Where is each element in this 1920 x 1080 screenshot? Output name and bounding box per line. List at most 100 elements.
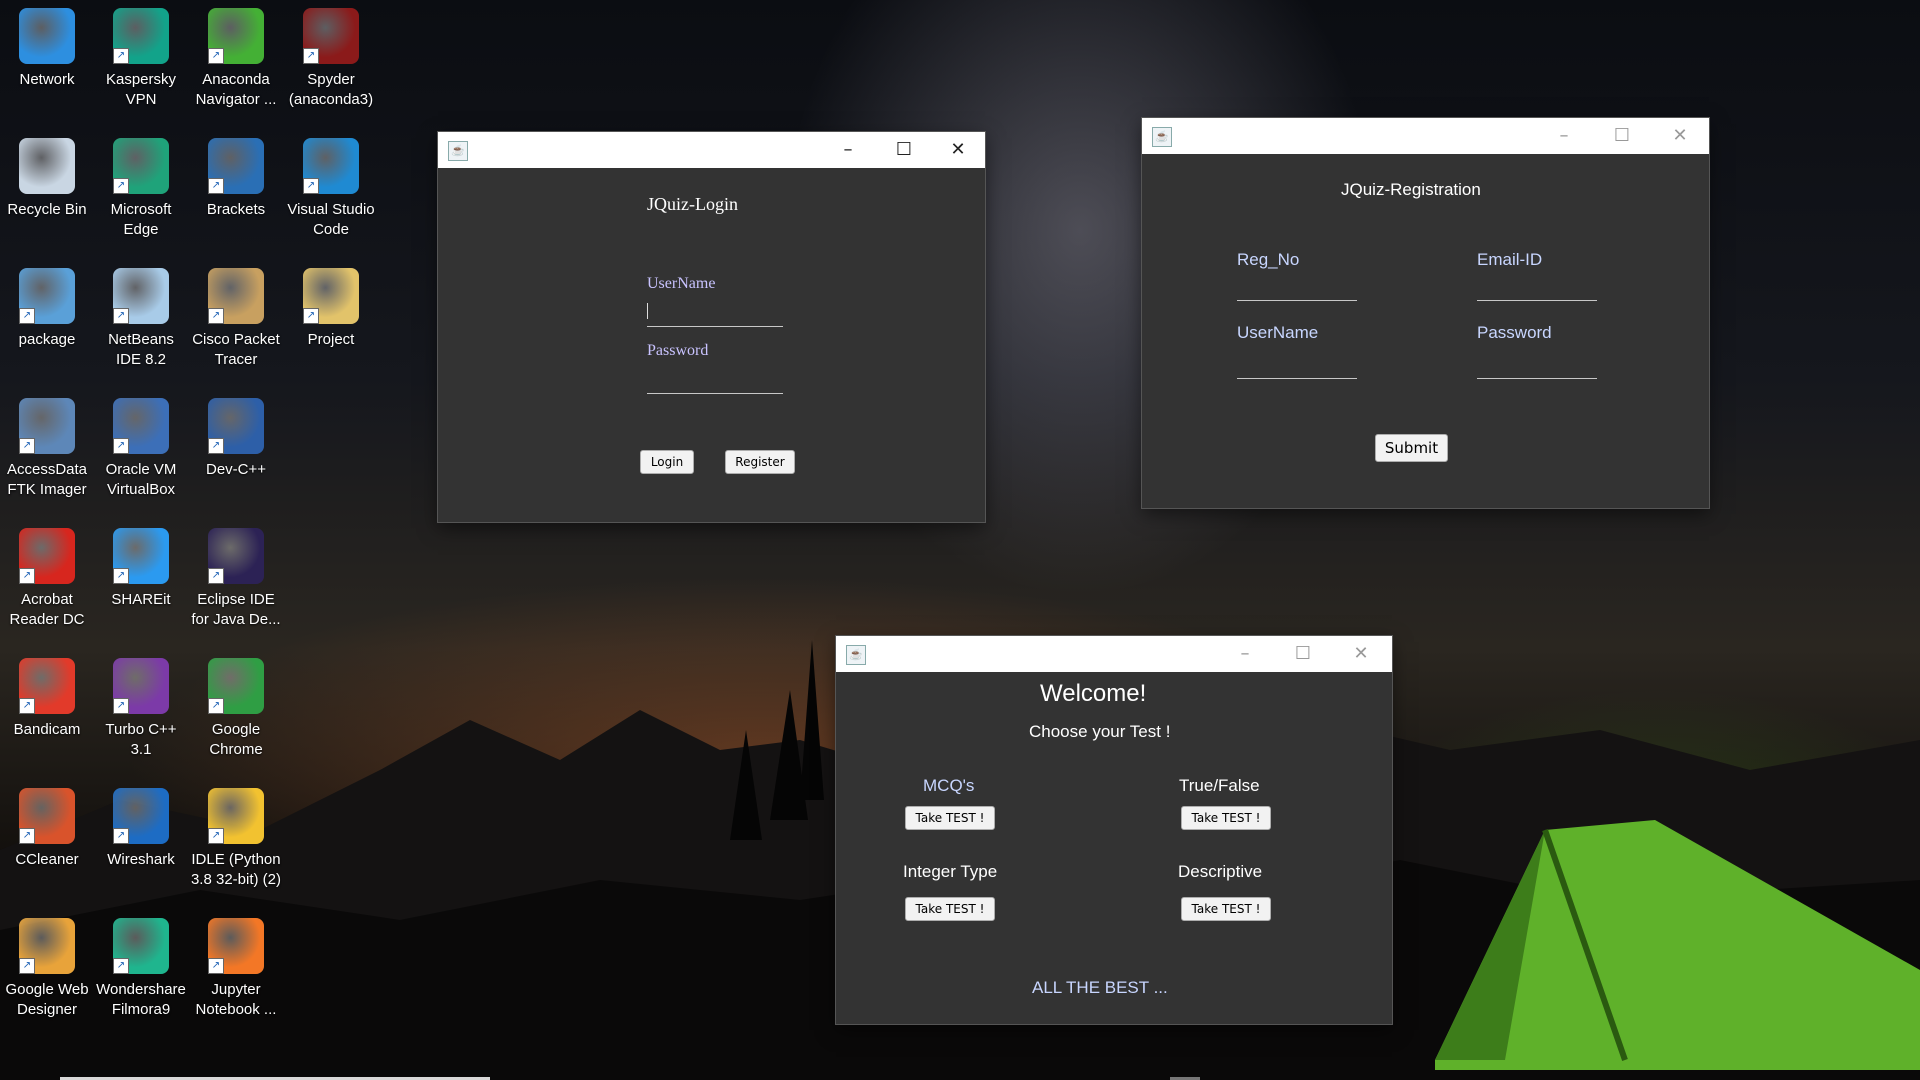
chrome-icon: ↗ (208, 658, 264, 714)
anaconda-icon: ↗ (208, 8, 264, 64)
text-cursor (647, 303, 648, 319)
minimize-button[interactable]: – (1217, 636, 1273, 672)
desktop-icon[interactable]: ↗ Google Chrome (190, 654, 282, 760)
welcome-titlebar[interactable]: ☕ – ☐ ✕ (836, 636, 1392, 672)
shortcut-arrow-icon: ↗ (303, 308, 319, 324)
submit-button[interactable]: Submit (1375, 434, 1448, 462)
java-app-icon: ☕ (846, 645, 866, 665)
reg-password-input[interactable] (1477, 351, 1597, 379)
desktop-icon[interactable]: ↗ CCleaner (1, 784, 93, 870)
shortcut-arrow-icon: ↗ (208, 828, 224, 844)
ftk-imager-icon: ↗ (19, 398, 75, 454)
shortcut-arrow-icon: ↗ (113, 438, 129, 454)
desktop-icon-label: Kaspersky VPN (105, 71, 177, 108)
desktop-icon[interactable]: ↗ package (1, 264, 93, 350)
desktop-icon[interactable]: Recycle Bin (1, 134, 93, 220)
desktop-icon-label: Google Web Designer (5, 981, 89, 1018)
shortcut-arrow-icon: ↗ (208, 438, 224, 454)
wireshark-icon: ↗ (113, 788, 169, 844)
desktop-icon[interactable]: ↗ Anaconda Navigator ... (190, 4, 282, 110)
desktop-icon-label: package (18, 331, 76, 348)
desktop-icon[interactable]: Network (1, 4, 93, 90)
close-button[interactable]: ✕ (1333, 636, 1389, 672)
shortcut-arrow-icon: ↗ (208, 308, 224, 324)
maximize-button[interactable]: ☐ (1594, 118, 1650, 154)
close-button[interactable]: ✕ (1652, 118, 1708, 154)
login-button[interactable]: Login (640, 450, 694, 474)
desktop-icon[interactable]: ↗ SHAREit (95, 524, 187, 610)
username-input[interactable] (647, 299, 783, 327)
desktop-icon[interactable]: ↗ NetBeans IDE 8.2 (95, 264, 187, 370)
desktop-icon-label: Turbo C++ 3.1 (105, 721, 177, 758)
desktop-icon[interactable]: ↗ Brackets (190, 134, 282, 220)
close-button[interactable]: ✕ (930, 132, 986, 168)
password-input[interactable] (647, 366, 783, 394)
google-web-designer-icon: ↗ (19, 918, 75, 974)
wallpaper-tent (1435, 820, 1920, 1070)
reg-no-label: Reg_No (1237, 250, 1300, 269)
desktop-icon[interactable]: ↗ AccessData FTK Imager (1, 394, 93, 500)
login-titlebar[interactable]: ☕ – ☐ ✕ (438, 132, 985, 168)
welcome-window: ☕ – ☐ ✕ Welcome! Choose your Test ! MCQ'… (836, 636, 1392, 1024)
maximize-button[interactable]: ☐ (1275, 636, 1331, 672)
reg-username-input[interactable] (1237, 351, 1357, 379)
project-icon: ↗ (303, 268, 359, 324)
desktop-icon[interactable]: ↗ Jupyter Notebook ... (190, 914, 282, 1020)
desktop-icon[interactable]: ↗ Acrobat Reader DC (1, 524, 93, 630)
recycle-bin-icon (19, 138, 75, 194)
desktop-icon[interactable]: ↗ Bandicam (1, 654, 93, 740)
email-input[interactable] (1477, 273, 1597, 301)
shortcut-arrow-icon: ↗ (208, 48, 224, 64)
take-test-mcq-button[interactable]: Take TEST ! (905, 806, 995, 830)
minimize-button[interactable]: – (1536, 118, 1592, 154)
desktop-icon[interactable]: ↗ Microsoft Edge (95, 134, 187, 240)
reg-password-label: Password (1477, 323, 1552, 342)
all-the-best-text: ALL THE BEST ... (1032, 978, 1168, 997)
registration-titlebar[interactable]: ☕ – ☐ ✕ (1142, 118, 1709, 154)
registration-window: ☕ – ☐ ✕ JQuiz-Registration Reg_No Email-… (1142, 118, 1709, 508)
desktop-icon[interactable]: ↗ Visual Studio Code (285, 134, 377, 240)
reg-no-input[interactable] (1237, 273, 1357, 301)
take-test-descriptive-button[interactable]: Take TEST ! (1181, 897, 1271, 921)
ccleaner-icon: ↗ (19, 788, 75, 844)
take-test-true-false-button[interactable]: Take TEST ! (1181, 806, 1271, 830)
desktop-icon[interactable]: ↗ Oracle VM VirtualBox (95, 394, 187, 500)
desktop-icon[interactable]: ↗ Spyder (anaconda3) (285, 4, 377, 110)
minimize-button[interactable]: – (820, 132, 876, 168)
vscode-icon: ↗ (303, 138, 359, 194)
shortcut-arrow-icon: ↗ (113, 958, 129, 974)
desktop-icon[interactable]: ↗ Dev-C++ (190, 394, 282, 480)
desktop-icon[interactable]: ↗ Kaspersky VPN (95, 4, 187, 110)
desktop-icon[interactable]: ↗ Wondershare Filmora9 (95, 914, 187, 1020)
welcome-subheading: Choose your Test ! (1029, 722, 1171, 741)
password-label: Password (647, 342, 709, 359)
login-window: ☕ – ☐ ✕ JQuiz-Login UserName Password Lo… (438, 132, 985, 522)
devcpp-icon: ↗ (208, 398, 264, 454)
desktop-icon[interactable]: ↗ Turbo C++ 3.1 (95, 654, 187, 760)
shortcut-arrow-icon: ↗ (208, 698, 224, 714)
desktop-icon-label: Anaconda Navigator ... (195, 71, 277, 108)
shortcut-arrow-icon: ↗ (303, 178, 319, 194)
shortcut-arrow-icon: ↗ (113, 48, 129, 64)
shortcut-arrow-icon: ↗ (19, 958, 35, 974)
register-button[interactable]: Register (725, 450, 795, 474)
kaspersky-vpn-icon: ↗ (113, 8, 169, 64)
packet-tracer-icon: ↗ (208, 268, 264, 324)
take-test-integer-button[interactable]: Take TEST ! (905, 897, 995, 921)
test-label-mcq: MCQ's (923, 776, 975, 795)
desktop-icon[interactable]: ↗ Wireshark (95, 784, 187, 870)
shareit-icon: ↗ (113, 528, 169, 584)
desktop-icon[interactable]: ↗ Cisco Packet Tracer (190, 264, 282, 370)
desktop-icon[interactable]: ↗ Project (285, 264, 377, 350)
shortcut-arrow-icon: ↗ (19, 698, 35, 714)
registration-title: JQuiz-Registration (1341, 180, 1481, 199)
shortcut-arrow-icon: ↗ (19, 828, 35, 844)
desktop-icon-label: AccessData FTK Imager (6, 461, 88, 498)
login-title: JQuiz-Login (647, 194, 738, 214)
desktop-icon-label: Dev-C++ (205, 461, 267, 478)
maximize-button[interactable]: ☐ (876, 132, 932, 168)
desktop-icon[interactable]: ↗ Google Web Designer (1, 914, 93, 1020)
desktop-icon[interactable]: ↗ IDLE (Python 3.8 32-bit) (2) (190, 784, 282, 890)
desktop-icon[interactable]: ↗ Eclipse IDE for Java De... (190, 524, 282, 630)
brackets-icon: ↗ (208, 138, 264, 194)
